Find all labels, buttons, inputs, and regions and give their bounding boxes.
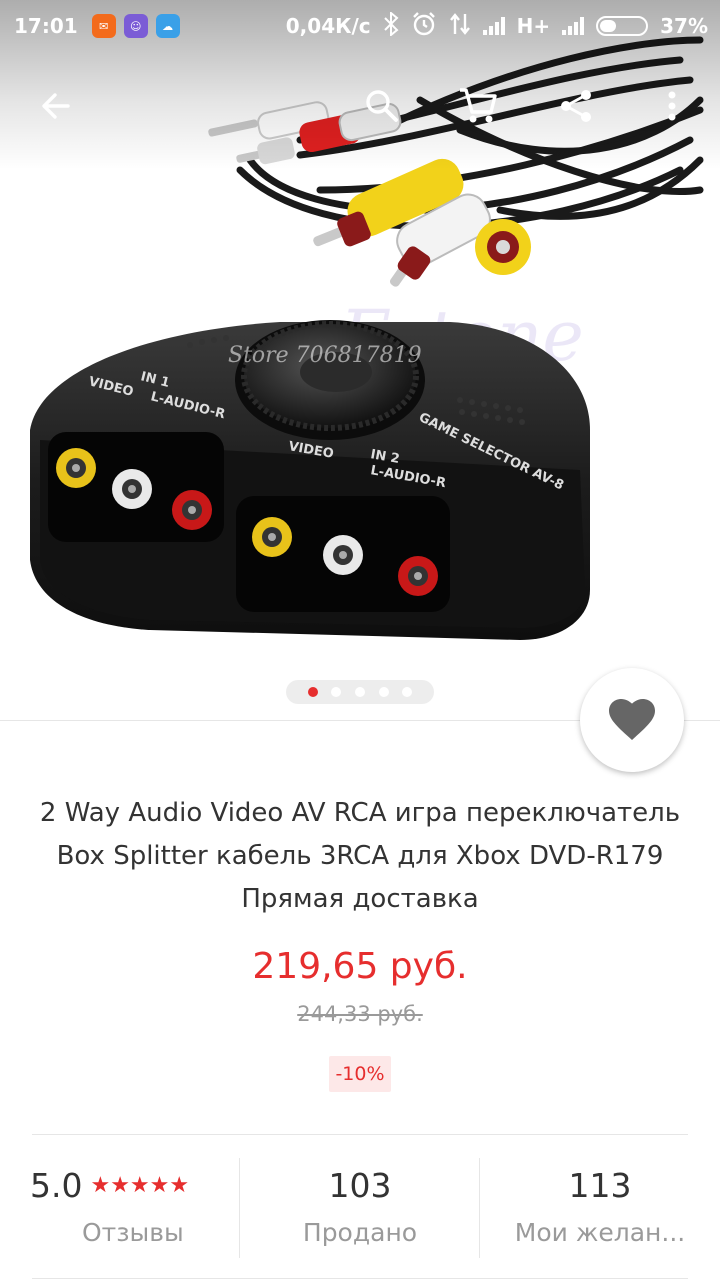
heart-icon: [609, 699, 655, 740]
battery-icon: [596, 16, 649, 36]
signal-strength-2-icon: [562, 17, 585, 35]
current-price: 219,65 руб.: [252, 946, 468, 987]
more-vert-icon: [668, 91, 676, 121]
network-type: H+: [516, 14, 551, 38]
chat-notification-icon: ☺: [123, 14, 148, 38]
share-button[interactable]: [550, 80, 602, 132]
share-icon: [561, 90, 591, 122]
product-title: 2 Way Audio Video AV RCA игра переключат…: [39, 798, 681, 914]
watermark-store: Store 706817819: [228, 343, 422, 368]
add-to-wishlist-button[interactable]: [580, 668, 684, 772]
wishlist-label: Мои желан...: [514, 1218, 686, 1247]
battery-percent: 37%: [660, 14, 708, 38]
sold-stat: 103 Продано: [240, 1160, 480, 1260]
search-icon: [366, 90, 398, 122]
back-button[interactable]: [30, 80, 82, 132]
discount-badge: -10%: [329, 1056, 391, 1092]
wishlist-stat[interactable]: 113 Мои желан...: [480, 1160, 720, 1260]
app-toolbar: [0, 70, 720, 142]
status-bar: 17:01 ✉ ☺ ☁ 0,04К/с H+ 37%: [0, 0, 720, 52]
more-options-button[interactable]: [646, 80, 698, 132]
pager-dot[interactable]: [402, 687, 413, 697]
original-price: 244,33 руб.: [297, 1002, 423, 1026]
cart-button[interactable]: [452, 80, 504, 132]
back-arrow-icon: [42, 93, 70, 119]
aliexpress-notification-icon: ✉: [91, 14, 116, 38]
rating-value: 5.0: [30, 1166, 83, 1205]
pager-dot[interactable]: [354, 687, 365, 697]
av-switch-box: VIDEO IN 1 L-AUDIO-R VIDEO IN 2 L-AUDIO-…: [30, 320, 590, 640]
sold-label: Продано: [302, 1218, 418, 1247]
status-time: 17:01: [14, 14, 78, 38]
rating-stars: ★★★★★: [90, 1173, 190, 1198]
rating-stat[interactable]: 5.0 ★★★★★ Отзывы: [30, 1160, 210, 1260]
signal-strength-icon: [482, 17, 505, 35]
wishlist-count: 113: [568, 1166, 632, 1205]
bluetooth-icon: [383, 10, 399, 41]
cart-icon: [460, 88, 497, 123]
search-button[interactable]: [356, 80, 408, 132]
pager-dot[interactable]: [378, 687, 389, 697]
net-speed: 0,04К/с: [285, 14, 371, 38]
alarm-icon: [411, 11, 437, 42]
pager-dot[interactable]: [307, 687, 318, 697]
pager-dot[interactable]: [331, 687, 342, 697]
sold-count: 103: [328, 1166, 392, 1205]
divider: [32, 1134, 688, 1135]
gallery-pager: [286, 680, 434, 704]
data-sync-icon: [449, 12, 471, 41]
divider: [32, 1278, 688, 1279]
reviews-label: Отзывы: [82, 1218, 184, 1247]
cloud-notification-icon: ☁: [155, 14, 180, 38]
